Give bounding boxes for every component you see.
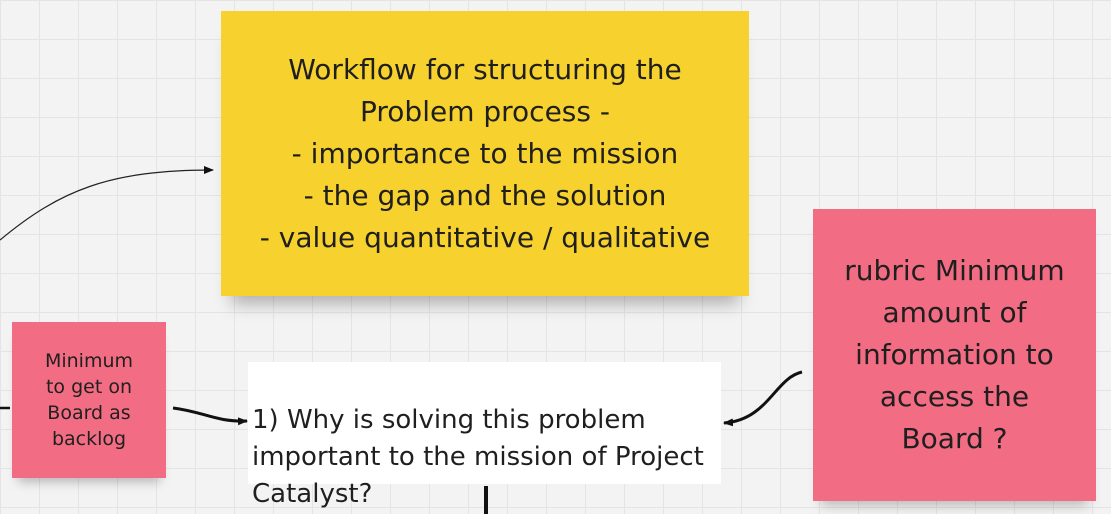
sticky-note-rubric[interactable]: rubric Minimum amount of information to … [813, 209, 1096, 501]
connector-curve-to-workflow[interactable] [0, 166, 214, 241]
connector-rubric-to-question[interactable] [723, 370, 803, 427]
question-text-box[interactable]: 1) Why is solving this problem important… [248, 362, 721, 509]
sticky-note-rubric-text: rubric Minimum amount of information to … [844, 254, 1065, 455]
sticky-note-minimum-backlog-text: Minimum to get on Board as backlog [44, 350, 134, 450]
sticky-note-minimum-backlog[interactable]: Minimum to get on Board as backlog [12, 322, 166, 478]
connector-minimum-to-question[interactable] [172, 406, 248, 426]
sticky-note-workflow[interactable]: Workflow for structuring the Problem pro… [221, 11, 749, 296]
sticky-note-workflow-text: Workflow for structuring the Problem pro… [259, 52, 711, 254]
